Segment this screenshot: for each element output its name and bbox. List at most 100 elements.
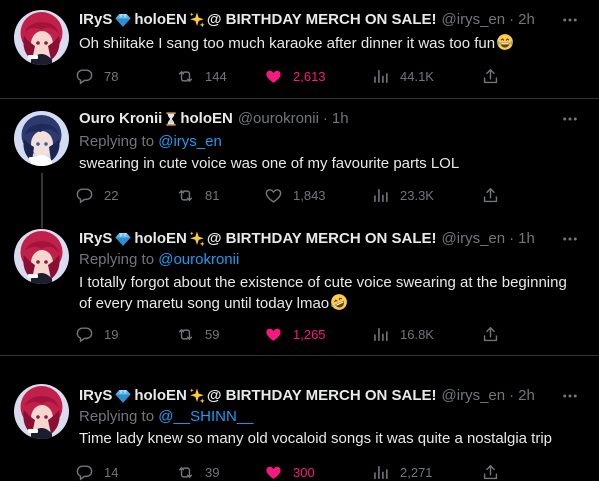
views-count: 16.8K (400, 326, 434, 342)
user-handle[interactable]: @ourokronii (238, 109, 319, 129)
reply-count: 78 (104, 68, 119, 84)
separator-dot: · (509, 387, 515, 404)
views-button[interactable]: 2,271 (371, 462, 433, 481)
reply-icon (75, 463, 94, 481)
avatar-irys[interactable] (14, 384, 69, 439)
more-icon (561, 110, 579, 128)
like-button[interactable]: 300 (264, 462, 315, 481)
tweet-irys-3[interactable]: IRyS holoEN @ BIRTHDAY MERCH ON SALE! @i… (0, 356, 599, 481)
more-options-button[interactable] (559, 10, 581, 30)
retweet-button[interactable]: 144 (176, 66, 227, 86)
display-name-suffix[interactable]: holoEN (180, 109, 233, 129)
heart-icon (264, 463, 283, 481)
replying-to: Replying to @ourokronii (79, 250, 239, 270)
retweet-count: 39 (205, 464, 220, 480)
avatar-kronii[interactable] (14, 111, 69, 166)
replying-to-link[interactable]: @irys_en (158, 133, 222, 150)
share-button[interactable] (481, 462, 500, 481)
more-options-button[interactable] (559, 229, 581, 249)
tweet-text-content: Time lady knew so many old vocaloid song… (79, 430, 553, 447)
retweet-button[interactable]: 81 (176, 185, 219, 205)
retweet-button[interactable]: 39 (176, 462, 219, 481)
share-button[interactable] (481, 324, 500, 344)
tweet-actions: 78 144 2,613 44.1K (75, 66, 515, 86)
share-icon (481, 463, 500, 481)
tweet-header: Ouro Kronii holoEN @ourokronii · 1h (79, 109, 349, 129)
retweet-icon (176, 186, 195, 205)
retweet-count: 81 (205, 187, 220, 203)
tweet-actions: 19 59 1,265 16.8K (75, 324, 515, 344)
views-button[interactable]: 16.8K (371, 324, 434, 344)
avatar-irys[interactable] (14, 229, 69, 284)
share-button[interactable] (481, 66, 500, 86)
rofl-emoji (330, 293, 348, 311)
like-button[interactable]: 2,613 (264, 66, 326, 86)
display-name[interactable]: IRyS (79, 386, 112, 406)
retweet-icon (176, 463, 195, 481)
replying-to: Replying to @__SHINN__ (79, 407, 254, 427)
heart-icon (264, 67, 283, 86)
gem-emoji (113, 387, 133, 405)
display-name-tail[interactable]: @ BIRTHDAY MERCH ON SALE! (207, 229, 437, 249)
more-icon (561, 387, 579, 405)
more-options-button[interactable] (559, 109, 581, 129)
timestamp[interactable]: 1h (332, 109, 349, 129)
gem-emoji (113, 230, 133, 248)
retweet-icon (176, 67, 195, 86)
tweet-actions: 22 81 1,843 23.3K (75, 185, 515, 205)
gem-emoji (113, 11, 133, 29)
reply-button[interactable]: 14 (75, 462, 118, 481)
views-icon (371, 463, 390, 481)
timestamp[interactable]: 1h (518, 229, 535, 249)
replying-prefix: Replying to (79, 133, 155, 150)
views-button[interactable]: 44.1K (371, 66, 434, 86)
user-handle[interactable]: @irys_en (442, 229, 506, 249)
tweet-kronii[interactable]: Ouro Kronii holoEN @ourokronii · 1h Repl… (0, 99, 599, 221)
replying-prefix: Replying to (79, 251, 155, 268)
user-handle[interactable]: @irys_en (442, 386, 506, 406)
display-name[interactable]: IRyS (79, 229, 112, 249)
retweet-button[interactable]: 59 (176, 324, 219, 344)
timestamp[interactable]: 2h (518, 386, 535, 406)
like-button[interactable]: 1,843 (264, 185, 326, 205)
tweet-irys-2[interactable]: IRyS holoEN @ BIRTHDAY MERCH ON SALE! @i… (0, 221, 599, 355)
share-button[interactable] (481, 185, 500, 205)
share-icon (481, 325, 500, 344)
tweet-header: IRyS holoEN @ BIRTHDAY MERCH ON SALE! @i… (79, 229, 535, 249)
tweet-text-content: swearing in cute voice was one of my fav… (79, 155, 460, 172)
display-name[interactable]: IRyS (79, 10, 112, 30)
views-icon (371, 186, 390, 205)
views-count: 23.3K (400, 187, 434, 203)
display-name-suffix[interactable]: holoEN (134, 386, 187, 406)
views-icon (371, 325, 390, 344)
avatar-irys[interactable] (14, 10, 69, 65)
user-handle[interactable]: @irys_en (442, 10, 506, 30)
reply-button[interactable]: 19 (75, 324, 118, 344)
like-count: 2,613 (293, 68, 326, 84)
hourglass-emoji (163, 110, 179, 128)
tweet-text-content: I totally forgot about the existence of … (79, 274, 567, 312)
tweet-actions: 14 39 300 2,271 (75, 462, 515, 481)
separator-dot: · (322, 110, 328, 127)
like-button[interactable]: 1,265 (264, 324, 326, 344)
tweet-text: I totally forgot about the existence of … (79, 273, 579, 314)
display-name-tail[interactable]: @ BIRTHDAY MERCH ON SALE! (207, 10, 437, 30)
heart-icon (264, 186, 283, 205)
like-count: 300 (293, 464, 315, 480)
timestamp[interactable]: 2h (518, 10, 535, 30)
more-options-button[interactable] (559, 386, 581, 406)
display-name[interactable]: Ouro Kronii (79, 109, 162, 129)
views-button[interactable]: 23.3K (371, 185, 434, 205)
display-name-suffix[interactable]: holoEN (134, 229, 187, 249)
sparkles-emoji (188, 230, 206, 248)
display-name-tail[interactable]: @ BIRTHDAY MERCH ON SALE! (207, 386, 437, 406)
replying-to-link[interactable]: @ourokronii (158, 251, 239, 268)
more-icon (561, 11, 579, 29)
reply-icon (75, 67, 94, 86)
replying-to-link[interactable]: @__SHINN__ (158, 408, 253, 425)
reply-button[interactable]: 78 (75, 66, 118, 86)
tweet-irys-1[interactable]: IRyS holoEN @ BIRTHDAY MERCH ON SALE! @i… (0, 0, 599, 98)
tweet-text-content: Oh shiitake I sang too much karaoke afte… (79, 35, 496, 52)
display-name-suffix[interactable]: holoEN (134, 10, 187, 30)
reply-button[interactable]: 22 (75, 185, 118, 205)
